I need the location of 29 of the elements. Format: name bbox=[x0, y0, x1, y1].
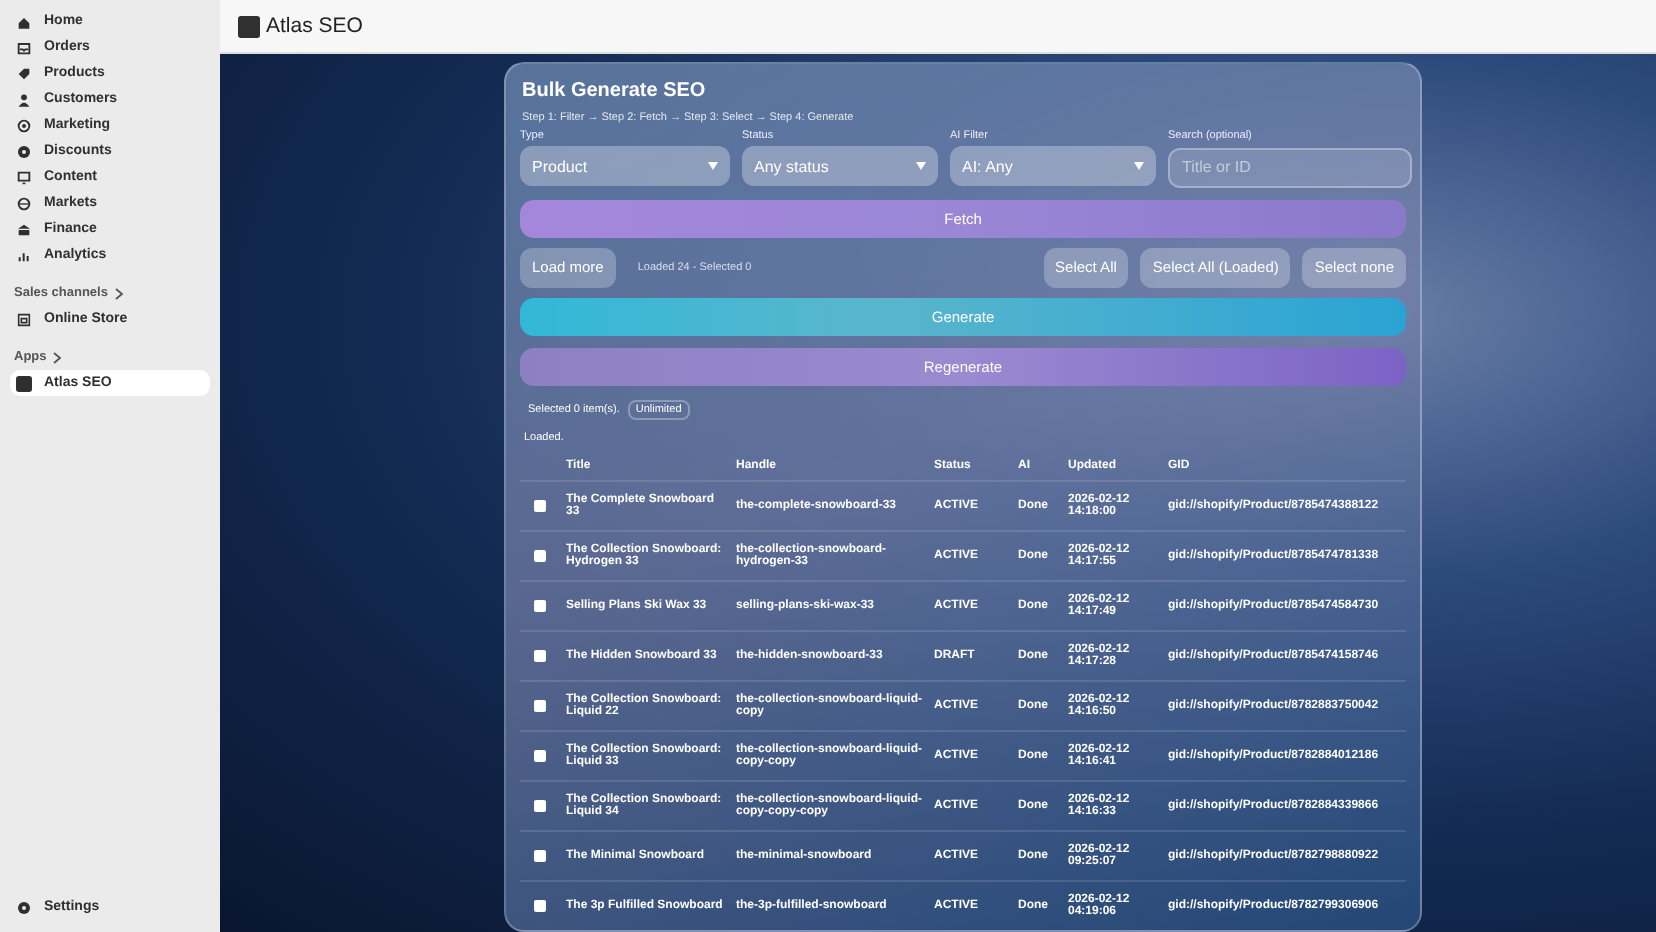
globe-icon bbox=[16, 195, 32, 211]
row-checkbox[interactable] bbox=[534, 799, 546, 811]
caret-icon bbox=[1134, 162, 1144, 170]
bar-chart-icon bbox=[16, 247, 32, 263]
app-logo-icon bbox=[238, 15, 260, 37]
row-checkbox[interactable] bbox=[534, 599, 546, 611]
app-title: Atlas SEO bbox=[266, 14, 363, 38]
panel-title: Bulk Generate SEO bbox=[522, 80, 708, 102]
chevron-icon bbox=[52, 351, 63, 363]
tag-icon bbox=[16, 65, 32, 81]
row-checkbox[interactable] bbox=[534, 549, 546, 561]
chevron-icon bbox=[113, 287, 124, 299]
caret-icon bbox=[916, 162, 926, 170]
caret-icon bbox=[708, 162, 718, 170]
app-logo-icon bbox=[16, 375, 32, 391]
row-checkbox[interactable] bbox=[534, 749, 546, 761]
home-icon bbox=[16, 13, 32, 29]
row-checkbox[interactable] bbox=[534, 649, 546, 661]
storefront-icon bbox=[16, 311, 32, 327]
row-checkbox[interactable] bbox=[534, 499, 546, 511]
bank-icon bbox=[16, 221, 32, 237]
row-checkbox[interactable] bbox=[534, 699, 546, 711]
monitor-icon bbox=[16, 169, 32, 185]
tray-icon bbox=[16, 39, 32, 55]
person-icon bbox=[16, 91, 32, 107]
target-icon bbox=[16, 117, 32, 133]
row-checkbox[interactable] bbox=[534, 849, 546, 861]
row-checkbox[interactable] bbox=[534, 899, 546, 911]
settings-icon bbox=[16, 899, 32, 915]
